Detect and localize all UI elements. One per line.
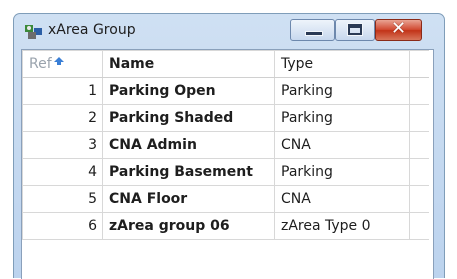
data-grid[interactable]: Ref Name Type 1 Parking Open Parking 2 P… bbox=[21, 49, 434, 279]
row-spacer-cell bbox=[409, 104, 429, 132]
header-row: Ref Name Type bbox=[22, 50, 429, 78]
title-bar[interactable]: xArea Group ✕ bbox=[14, 14, 444, 48]
close-icon: ✕ bbox=[390, 18, 407, 39]
row-name-cell[interactable]: Parking Basement bbox=[102, 158, 275, 186]
row-name-cell[interactable]: CNA Admin bbox=[102, 131, 275, 159]
area-group-icon bbox=[25, 25, 42, 39]
table-row[interactable]: 1 Parking Open Parking bbox=[22, 77, 429, 105]
minimize-button[interactable] bbox=[290, 19, 335, 41]
close-button[interactable]: ✕ bbox=[375, 18, 422, 41]
row-type-cell[interactable]: CNA bbox=[274, 185, 410, 213]
column-header-type[interactable]: Type bbox=[274, 50, 410, 78]
row-ref-cell: 2 bbox=[22, 104, 103, 132]
row-ref-cell: 5 bbox=[22, 185, 103, 213]
row-name-cell[interactable]: CNA Floor bbox=[102, 185, 275, 213]
row-type-cell[interactable]: Parking bbox=[274, 158, 410, 186]
row-spacer-cell bbox=[409, 185, 429, 213]
column-header-ref[interactable]: Ref bbox=[22, 50, 103, 78]
row-type-cell[interactable]: Parking bbox=[274, 104, 410, 132]
row-spacer-cell bbox=[409, 131, 429, 159]
table-row[interactable]: 4 Parking Basement Parking bbox=[22, 158, 429, 186]
table-row[interactable]: 5 CNA Floor CNA bbox=[22, 185, 429, 213]
column-header-ref-label: Ref bbox=[29, 56, 52, 72]
maximize-button[interactable] bbox=[335, 19, 375, 41]
row-ref-cell: 1 bbox=[22, 77, 103, 105]
minimize-icon bbox=[305, 31, 323, 36]
maximize-icon bbox=[347, 23, 363, 36]
row-type-cell[interactable]: Parking bbox=[274, 77, 410, 105]
row-spacer-cell bbox=[409, 77, 429, 105]
window-title: xArea Group bbox=[48, 22, 136, 38]
row-name-cell[interactable]: Parking Open bbox=[102, 77, 275, 105]
row-type-cell[interactable]: zArea Type 0 bbox=[274, 212, 410, 240]
row-type-cell[interactable]: CNA bbox=[274, 131, 410, 159]
table-row[interactable]: 3 CNA Admin CNA bbox=[22, 131, 429, 159]
row-spacer-cell bbox=[409, 158, 429, 186]
row-ref-cell: 3 bbox=[22, 131, 103, 159]
row-spacer-cell bbox=[409, 212, 429, 240]
table-row[interactable]: 2 Parking Shaded Parking bbox=[22, 104, 429, 132]
column-header-name[interactable]: Name bbox=[102, 50, 275, 78]
area-group-table: Ref Name Type 1 Parking Open Parking 2 P… bbox=[22, 50, 429, 240]
column-header-spacer bbox=[409, 50, 429, 78]
row-ref-cell: 6 bbox=[22, 212, 103, 240]
row-ref-cell: 4 bbox=[22, 158, 103, 186]
sort-arrow-icon bbox=[53, 57, 64, 65]
xarea-group-window: xArea Group ✕ Ref Name Type 1 Parking Op… bbox=[13, 13, 445, 279]
row-name-cell[interactable]: zArea group 06 bbox=[102, 212, 275, 240]
table-row[interactable]: 6 zArea group 06 zArea Type 0 bbox=[22, 212, 429, 240]
row-name-cell[interactable]: Parking Shaded bbox=[102, 104, 275, 132]
